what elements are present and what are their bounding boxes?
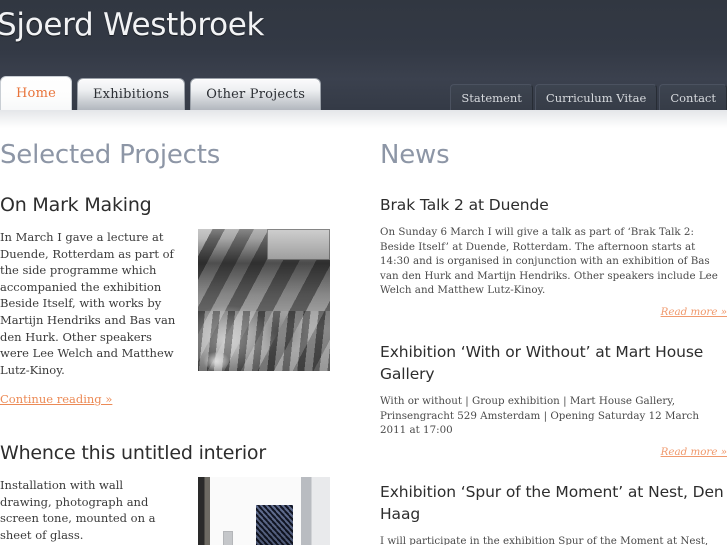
site-header: Sjoerd Westbroek Home Exhibitions Other … bbox=[0, 0, 727, 110]
news-title[interactable]: Exhibition ‘Spur of the Moment’ at Nest,… bbox=[380, 481, 727, 525]
selected-projects-heading: Selected Projects bbox=[0, 140, 221, 170]
read-more-link[interactable]: Read more » bbox=[380, 306, 727, 318]
subtab-contact-label: Contact bbox=[670, 90, 716, 105]
installation-photo-image bbox=[198, 476, 330, 545]
news-heading: News bbox=[380, 140, 450, 170]
project-item: Whence this untitled interior Installati… bbox=[0, 442, 362, 545]
project-summary: In March I gave a lecture at Duende, Rot… bbox=[0, 230, 176, 377]
secondary-nav: Statement Curriculum Vitae Contact bbox=[448, 80, 727, 110]
project-title[interactable]: On Mark Making bbox=[0, 194, 362, 216]
project-body: In March I gave a lecture at Duende, Rot… bbox=[0, 229, 362, 408]
project-thumbnail[interactable] bbox=[198, 229, 330, 371]
tab-home[interactable]: Home bbox=[0, 76, 72, 110]
project-title[interactable]: Whence this untitled interior bbox=[0, 442, 362, 464]
tab-other-projects[interactable]: Other Projects bbox=[190, 78, 322, 110]
selected-projects-column: Selected Projects On Mark Making In Marc… bbox=[0, 128, 380, 545]
news-item: Brak Talk 2 at Duende On Sunday 6 March … bbox=[380, 194, 727, 318]
continue-reading-link[interactable]: Continue reading » bbox=[0, 391, 112, 408]
primary-nav: Home Exhibitions Other Projects bbox=[0, 74, 326, 110]
news-summary: On Sunday 6 March I will give a talk as … bbox=[380, 226, 718, 297]
tab-home-label: Home bbox=[16, 86, 56, 101]
news-title[interactable]: Brak Talk 2 at Duende bbox=[380, 194, 727, 216]
project-body: Installation with wall drawing, photogra… bbox=[0, 476, 362, 545]
news-summary: I will participate in the exhibition Spu… bbox=[380, 534, 709, 545]
subtab-curriculum-vitae-label: Curriculum Vitae bbox=[545, 90, 647, 105]
main-content: Selected Projects On Mark Making In Marc… bbox=[0, 128, 727, 545]
read-more-link[interactable]: Read more » bbox=[380, 446, 727, 458]
content-top-shade bbox=[0, 110, 727, 128]
subtab-curriculum-vitae[interactable]: Curriculum Vitae bbox=[534, 84, 658, 110]
project-summary: Installation with wall drawing, photogra… bbox=[0, 477, 156, 542]
project-text-block: In March I gave a lecture at Duende, Rot… bbox=[0, 229, 178, 408]
project-thumbnail[interactable] bbox=[198, 476, 330, 545]
tab-exhibitions-label: Exhibitions bbox=[92, 87, 170, 102]
news-summary: With or without | Group exhibition | Mar… bbox=[380, 394, 699, 437]
news-column: News Brak Talk 2 at Duende On Sunday 6 M… bbox=[380, 128, 727, 545]
subtab-statement[interactable]: Statement bbox=[450, 84, 533, 110]
subtab-statement-label: Statement bbox=[461, 90, 522, 105]
tab-exhibitions[interactable]: Exhibitions bbox=[76, 78, 186, 110]
news-item: Exhibition ‘Spur of the Moment’ at Nest,… bbox=[380, 481, 727, 545]
news-title[interactable]: Exhibition ‘With or Without’ at Mart Hou… bbox=[380, 341, 727, 385]
classroom-photo-image bbox=[198, 229, 330, 371]
tab-other-projects-label: Other Projects bbox=[206, 87, 306, 102]
subtab-contact[interactable]: Contact bbox=[659, 84, 727, 110]
site-title: Sjoerd Westbroek bbox=[0, 7, 265, 43]
project-item: On Mark Making In March I gave a lecture… bbox=[0, 194, 362, 408]
project-text-block: Installation with wall drawing, photogra… bbox=[0, 477, 178, 545]
news-item: Exhibition ‘With or Without’ at Mart Hou… bbox=[380, 341, 727, 458]
